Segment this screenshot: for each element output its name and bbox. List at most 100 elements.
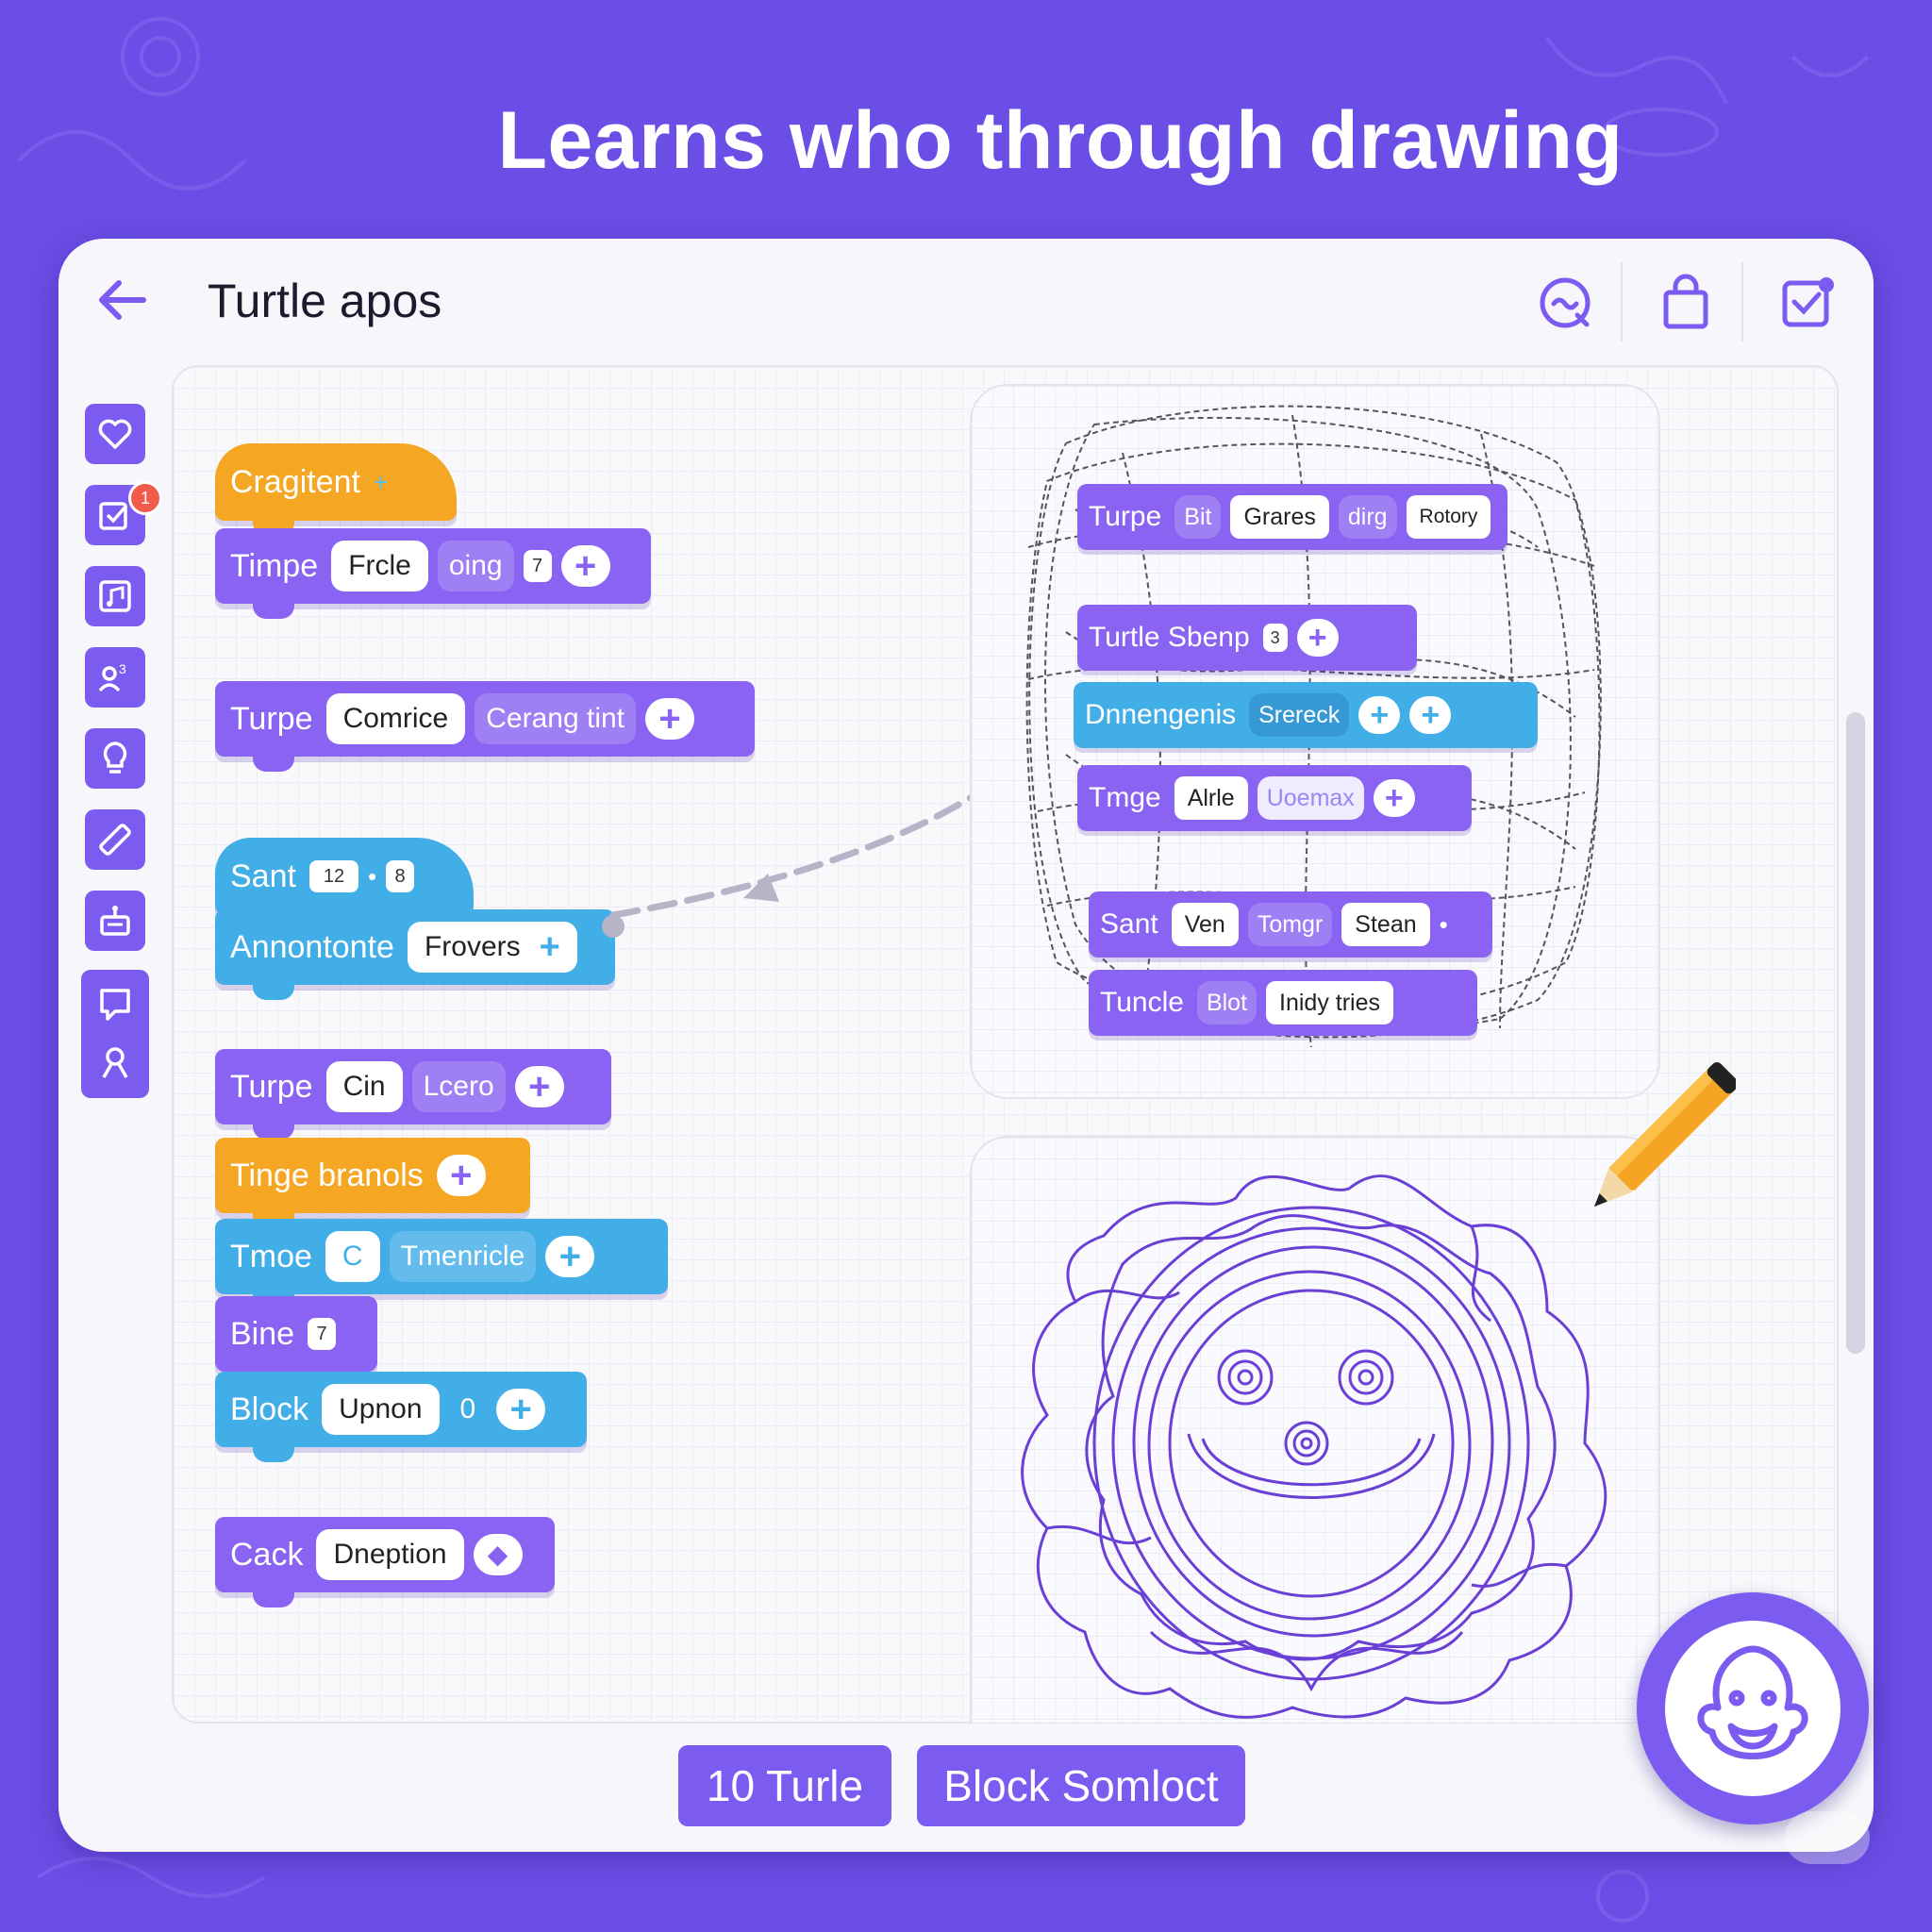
turtle-drawing <box>1021 1174 1607 1719</box>
pencil-icon[interactable] <box>1566 1060 1736 1240</box>
block-dropdown[interactable]: Blot <box>1196 981 1257 1024</box>
block-label: Tmoe <box>230 1238 312 1274</box>
sidebar-item-stage[interactable] <box>81 970 149 1098</box>
block-input[interactable]: C <box>325 1231 380 1282</box>
block-dropdown[interactable]: oing <box>437 541 514 591</box>
add-parameter-button[interactable]: + <box>496 1389 546 1430</box>
preview-block[interactable]: Sant Ven Tomgr Stean • <box>1089 891 1492 958</box>
block-input[interactable]: Alrle <box>1174 776 1248 820</box>
add-parameter-button[interactable]: + <box>1373 779 1415 817</box>
block-input[interactable]: Stean <box>1341 903 1430 946</box>
block-add-dot[interactable]: + <box>374 468 388 497</box>
music-icon <box>99 580 131 612</box>
sidebar-item-robot[interactable] <box>85 891 145 951</box>
block-label: Turpe <box>1089 501 1162 532</box>
code-block[interactable]: Annontonte Frovers + <box>215 909 615 1000</box>
block-number-input[interactable]: 8 <box>386 860 415 892</box>
lightbulb-icon <box>103 741 127 774</box>
sidebar-item-ideas[interactable] <box>85 728 145 789</box>
code-block[interactable]: Bine 7 <box>215 1296 377 1387</box>
block-input[interactable]: Frovers + <box>407 922 577 973</box>
shopping-bag-icon[interactable] <box>1657 274 1715 332</box>
block-input[interactable]: Ven <box>1171 903 1239 946</box>
block-label: Turtle Sbenp <box>1089 622 1250 653</box>
turtle-mode-button[interactable]: 10 Turle <box>678 1745 891 1826</box>
block-label: Cack <box>230 1536 304 1573</box>
mascot-button[interactable] <box>1637 1592 1869 1824</box>
code-block[interactable]: Block Upnon 0 + <box>215 1372 587 1462</box>
sidebar-item-music[interactable] <box>85 566 145 626</box>
block-label: Sant <box>230 858 296 894</box>
search-chat-icon[interactable] <box>1536 274 1594 332</box>
block-dropdown[interactable]: Bit <box>1174 495 1222 539</box>
block-number-input[interactable]: 7 <box>523 550 552 582</box>
corner-watermark <box>1785 1811 1870 1864</box>
sidebar-item-measure[interactable] <box>85 809 145 870</box>
frame-icon <box>100 989 130 1021</box>
block-input[interactable]: Dneption <box>316 1529 464 1580</box>
block-input[interactable]: Upnon <box>322 1384 440 1435</box>
block-input[interactable]: Cin <box>325 1061 403 1112</box>
add-parameter-button[interactable]: + <box>560 545 610 587</box>
block-select-button[interactable]: Block Somloct <box>917 1745 1245 1826</box>
preview-block[interactable]: Tuncle Blot Inidy tries <box>1089 970 1477 1036</box>
download-box-icon[interactable] <box>1777 274 1836 332</box>
block-dropdown[interactable]: Uoemax <box>1257 776 1364 820</box>
back-arrow-icon[interactable] <box>94 272 151 328</box>
notification-badge: 1 <box>128 481 162 515</box>
add-parameter-button[interactable]: + <box>1358 696 1401 734</box>
code-block[interactable]: Cack Dneption ◆ <box>215 1517 555 1607</box>
block-input[interactable]: Inidy tries <box>1266 981 1394 1024</box>
block-input[interactable]: Frcle <box>331 541 428 591</box>
block-label: Bine <box>230 1315 295 1352</box>
mascot-icon <box>1697 1645 1808 1759</box>
block-label: Tinge branols <box>230 1157 424 1193</box>
preview-block[interactable]: Turpe Bit Grares dirg Rotory <box>1077 484 1507 550</box>
block-label: Cragitent <box>230 463 360 500</box>
block-input[interactable]: Rotory <box>1406 495 1491 539</box>
add-parameter-button[interactable]: + <box>436 1155 486 1196</box>
diamond-toggle[interactable]: ◆ <box>473 1534 523 1575</box>
code-block[interactable]: Tmoe C Tmenricle + <box>215 1219 668 1309</box>
add-parameter-button[interactable]: + <box>514 1066 564 1108</box>
ruler-icon <box>99 824 131 856</box>
add-dot[interactable]: • <box>1440 910 1448 940</box>
block-label: Sant <box>1100 908 1158 940</box>
block-dropdown[interactable]: Lcero <box>411 1061 506 1112</box>
block-separator: • <box>367 861 377 891</box>
block-input[interactable]: Comrice <box>325 693 466 744</box>
block-label: Tmge <box>1089 782 1161 813</box>
robot-icon <box>100 906 130 936</box>
block-dropdown[interactable]: Srereck <box>1249 693 1350 737</box>
add-parameter-button[interactable]: + <box>1409 696 1452 734</box>
preview-block[interactable]: Tmge Alrle Uoemax + <box>1077 765 1472 831</box>
block-number-input[interactable]: 12 <box>308 860 358 892</box>
character-icon <box>102 1047 128 1078</box>
app-title: Turtle apos <box>208 275 442 327</box>
block-number-input[interactable]: 3 <box>1262 624 1288 652</box>
block-label: Tuncle <box>1100 987 1184 1018</box>
vertical-scrollbar[interactable] <box>1846 712 1865 1354</box>
add-parameter-button[interactable]: + <box>1296 619 1339 657</box>
block-label: Dnnengenis <box>1085 699 1237 730</box>
code-block[interactable]: Tinge branols + <box>215 1138 530 1228</box>
sidebar-item-favorites[interactable] <box>85 404 145 464</box>
block-number-input[interactable]: 7 <box>308 1318 337 1350</box>
code-block[interactable]: Timpe Frcle oing 7 + <box>215 528 651 619</box>
preview-block[interactable]: Dnnengenis Srereck + + <box>1074 682 1538 748</box>
sidebar-item-friends[interactable]: 3 <box>85 647 145 708</box>
add-parameter-button[interactable]: + <box>545 1236 595 1277</box>
add-parameter-button[interactable]: + <box>540 922 560 973</box>
block-dropdown[interactable]: dirg <box>1338 495 1397 539</box>
block-dropdown[interactable]: Tmenricle <box>389 1231 537 1282</box>
page-headline: Learns who through drawing <box>497 95 1624 186</box>
block-input[interactable]: Grares <box>1230 495 1329 539</box>
code-block-event[interactable]: Sant 12 • 8 <box>215 838 474 930</box>
block-dropdown[interactable]: Tomgr <box>1247 903 1333 946</box>
svg-text:3: 3 <box>119 661 126 676</box>
block-label: Block <box>230 1391 309 1427</box>
code-block[interactable]: Turpe Cin Lcero + <box>215 1049 611 1140</box>
heart-icon <box>98 419 132 449</box>
code-block-event[interactable]: Cragitent + <box>215 443 457 536</box>
preview-block[interactable]: Turtle Sbenp 3 + <box>1077 605 1417 671</box>
